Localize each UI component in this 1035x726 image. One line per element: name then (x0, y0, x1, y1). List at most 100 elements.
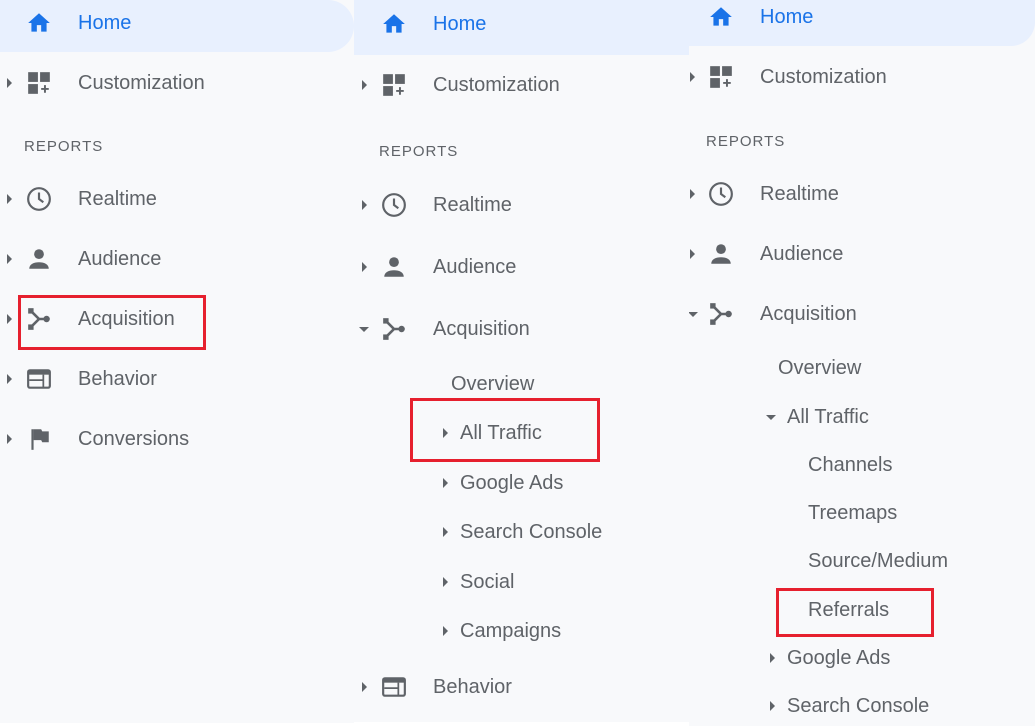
caret-right-icon[interactable] (443, 478, 448, 488)
clock-icon (381, 192, 407, 218)
nav-item-label: Home (433, 12, 487, 35)
nav-subitem-search-console[interactable]: Search Console (354, 517, 689, 547)
nav-subitem-all-traffic[interactable]: All Traffic (689, 402, 1035, 432)
nav-item-label: Conversions (78, 427, 190, 450)
reports-section-label: REPORTS (706, 133, 786, 150)
nav-item-realtime[interactable]: Realtime (354, 190, 689, 220)
dashboard-add-icon (381, 72, 407, 98)
nav-item-label: Acquisition (433, 317, 530, 340)
caret-right-icon[interactable] (690, 72, 695, 82)
nav-item-label: Realtime (78, 187, 157, 210)
caret-right-icon[interactable] (7, 254, 12, 264)
annotation-highlight-acquisition (18, 295, 206, 350)
annotation-highlight-all-traffic (410, 398, 600, 462)
nav-item-behavior[interactable]: Behavior (354, 672, 689, 702)
caret-right-icon[interactable] (7, 314, 12, 324)
nav-item-label: Google Ads (787, 646, 891, 669)
flag-icon (26, 426, 52, 452)
nav-item-label: Search Console (787, 694, 930, 717)
nav-item-label: Customization (78, 71, 205, 94)
person-icon (381, 254, 407, 280)
nav-panel-step-2: Home Customization REPORTS Realtime Audi… (354, 0, 689, 722)
nav-subitem-campaigns[interactable]: Campaigns (354, 616, 689, 646)
nav-subitem-source-medium[interactable]: Source/Medium (689, 546, 1035, 576)
nav-subitem-google-ads[interactable]: Google Ads (354, 468, 689, 498)
nav-subitem-channels[interactable]: Channels (689, 450, 1035, 480)
nav-item-audience[interactable]: Audience (0, 244, 354, 274)
nav-item-acquisition[interactable]: Acquisition (689, 299, 1035, 329)
nav-item-realtime[interactable]: Realtime (0, 184, 354, 214)
home-icon (26, 10, 52, 36)
nav-item-conversions[interactable]: Conversions (0, 424, 354, 454)
nav-item-label: Campaigns (460, 619, 562, 642)
nav-item-audience[interactable]: Audience (689, 239, 1035, 269)
nav-subitem-overview[interactable]: Overview (689, 353, 1035, 383)
caret-right-icon[interactable] (362, 200, 367, 210)
nav-subitem-treemaps[interactable]: Treemaps (689, 498, 1035, 528)
nav-item-label: Source/Medium (808, 549, 949, 572)
nav-item-behavior[interactable]: Behavior (0, 364, 354, 394)
person-icon (26, 246, 52, 272)
reports-section-label: REPORTS (379, 143, 459, 160)
behavior-icon (381, 674, 407, 700)
nav-item-label: Overview (778, 356, 862, 379)
home-icon (708, 4, 734, 30)
caret-down-icon[interactable] (359, 326, 369, 332)
caret-down-icon[interactable] (689, 311, 698, 317)
caret-right-icon[interactable] (7, 374, 12, 384)
caret-right-icon[interactable] (7, 194, 12, 204)
dashboard-add-icon (26, 70, 52, 96)
nav-item-acquisition[interactable]: Acquisition (354, 314, 689, 344)
nav-item-realtime[interactable]: Realtime (689, 179, 1035, 209)
nav-item-label: Search Console (460, 520, 603, 543)
nav-subitem-search-console[interactable]: Search Console (689, 691, 1035, 721)
nav-item-label: Customization (760, 65, 887, 88)
nav-item-label: Home (760, 5, 814, 28)
caret-right-icon[interactable] (443, 577, 448, 587)
nav-item-label: Social (460, 570, 515, 593)
clock-icon (26, 186, 52, 212)
nav-item-label: Acquisition (760, 302, 857, 325)
acquisition-icon (708, 301, 734, 327)
nav-item-label: Treemaps (808, 501, 898, 524)
reports-section-label: REPORTS (24, 138, 104, 155)
nav-item-label: Behavior (78, 367, 157, 390)
nav-item-label: Audience (760, 242, 844, 265)
nav-subitem-overview[interactable]: Overview (354, 369, 689, 399)
nav-item-label: Channels (808, 453, 893, 476)
caret-right-icon[interactable] (690, 189, 695, 199)
caret-right-icon[interactable] (443, 626, 448, 636)
clock-icon (708, 181, 734, 207)
nav-item-customization[interactable]: Customization (0, 68, 354, 98)
nav-subitem-social[interactable]: Social (354, 567, 689, 597)
nav-item-home[interactable]: Home (689, 2, 1035, 32)
nav-item-label: Google Ads (460, 471, 564, 494)
annotation-highlight-referrals (776, 588, 934, 637)
caret-down-icon[interactable] (766, 414, 776, 420)
nav-item-customization[interactable]: Customization (689, 62, 1035, 92)
nav-item-home[interactable]: Home (354, 9, 689, 39)
nav-item-customization[interactable]: Customization (354, 70, 689, 100)
nav-item-home[interactable]: Home (0, 8, 354, 38)
caret-right-icon[interactable] (770, 701, 775, 711)
nav-item-label: Audience (433, 255, 517, 278)
nav-item-label: Overview (451, 372, 535, 395)
nav-item-audience[interactable]: Audience (354, 252, 689, 282)
caret-right-icon[interactable] (690, 249, 695, 259)
caret-right-icon[interactable] (770, 653, 775, 663)
nav-panel-step-1: Home Customization REPORTS Realtime Audi… (0, 0, 354, 723)
caret-right-icon[interactable] (362, 262, 367, 272)
caret-right-icon[interactable] (443, 527, 448, 537)
nav-item-label: Customization (433, 73, 560, 96)
nav-item-label: Behavior (433, 675, 512, 698)
nav-item-label: Audience (78, 247, 162, 270)
caret-right-icon[interactable] (362, 80, 367, 90)
caret-right-icon[interactable] (7, 78, 12, 88)
nav-item-label: Realtime (433, 193, 512, 216)
nav-item-label: Realtime (760, 182, 839, 205)
nav-item-label: Home (78, 11, 132, 34)
caret-right-icon[interactable] (362, 682, 367, 692)
nav-subitem-google-ads[interactable]: Google Ads (689, 643, 1035, 673)
home-icon (381, 11, 407, 37)
caret-right-icon[interactable] (7, 434, 12, 444)
